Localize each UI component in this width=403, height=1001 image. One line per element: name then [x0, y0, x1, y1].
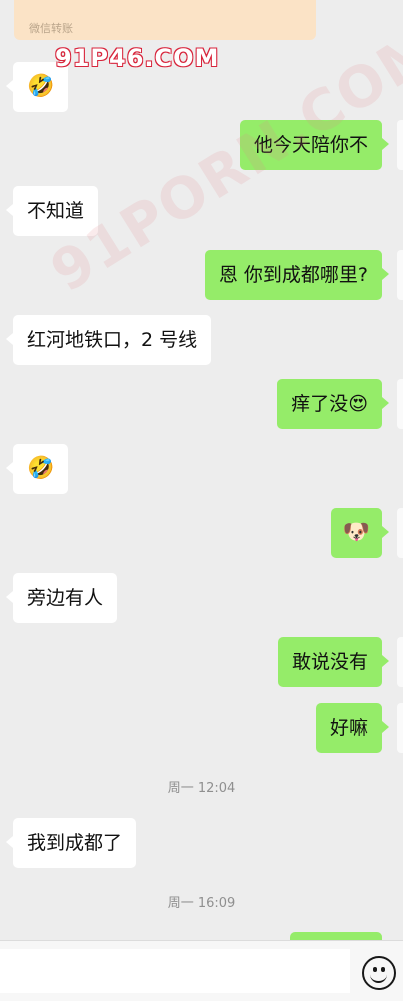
- message-text: 旁边有人: [27, 586, 104, 609]
- message-bubble-incoming[interactable]: 我到成都了: [5, 818, 137, 868]
- transfer-card[interactable]: 微信转账: [14, 0, 316, 40]
- avatar[interactable]: [397, 250, 403, 300]
- message-text: 敢说没有: [291, 650, 368, 673]
- transfer-card-label: 微信转账: [29, 22, 73, 35]
- message-bubble-outgoing[interactable]: 他今天陪你不: [239, 120, 390, 170]
- rofl-emoji: 🤣: [27, 456, 55, 481]
- message-bubble-outgoing[interactable]: 痒了没😍: [277, 379, 389, 429]
- message-bubble-outgoing[interactable]: 恩 你到成都哪里?: [204, 250, 390, 300]
- message-text: 他今天陪你不: [253, 133, 368, 156]
- emoji-button[interactable]: [362, 956, 396, 990]
- message-bubble-incoming[interactable]: 红河地铁口，2 号线: [5, 315, 212, 365]
- message-bubble-outgoing[interactable]: 敢说没有: [277, 637, 390, 687]
- message-bubble-incoming[interactable]: 不知道: [5, 186, 99, 236]
- message-text: 痒了没😍: [291, 392, 368, 415]
- timestamp: 周一 16:09: [167, 896, 236, 911]
- message-bubble-incoming[interactable]: 旁边有人: [5, 573, 118, 623]
- avatar[interactable]: [397, 379, 403, 429]
- input-bar: [0, 940, 403, 1001]
- message-text: 我到成都了: [27, 831, 123, 854]
- timestamp: 周一 12:04: [167, 781, 236, 796]
- message-bubble-outgoing[interactable]: 🐶: [330, 508, 390, 558]
- chat-area[interactable]: 微信转账 🤣 他今天陪你不 不知道 恩 你到成都哪里? 红河地铁口，2 号线 痒…: [0, 0, 403, 940]
- rofl-emoji: 🤣: [27, 74, 55, 99]
- avatar[interactable]: [397, 508, 403, 558]
- message-text: 好嘛: [329, 716, 368, 739]
- message-bubble-outgoing-partial[interactable]: [290, 932, 382, 940]
- message-text: 红河地铁口，2 号线: [27, 328, 198, 351]
- avatar[interactable]: [397, 120, 403, 170]
- message-bubble-outgoing[interactable]: 好嘛: [315, 703, 390, 753]
- message-text: 不知道: [27, 199, 85, 222]
- message-input[interactable]: [0, 949, 350, 993]
- smiley-face-icon-mouth: [370, 972, 387, 983]
- avatar[interactable]: [397, 637, 403, 687]
- doge-emoji: 🐶: [342, 520, 370, 545]
- avatar[interactable]: [397, 703, 403, 753]
- message-bubble-incoming[interactable]: 🤣: [5, 444, 69, 494]
- message-text: 恩 你到成都哪里?: [218, 263, 368, 286]
- watermark: 91P46.COM: [55, 44, 220, 72]
